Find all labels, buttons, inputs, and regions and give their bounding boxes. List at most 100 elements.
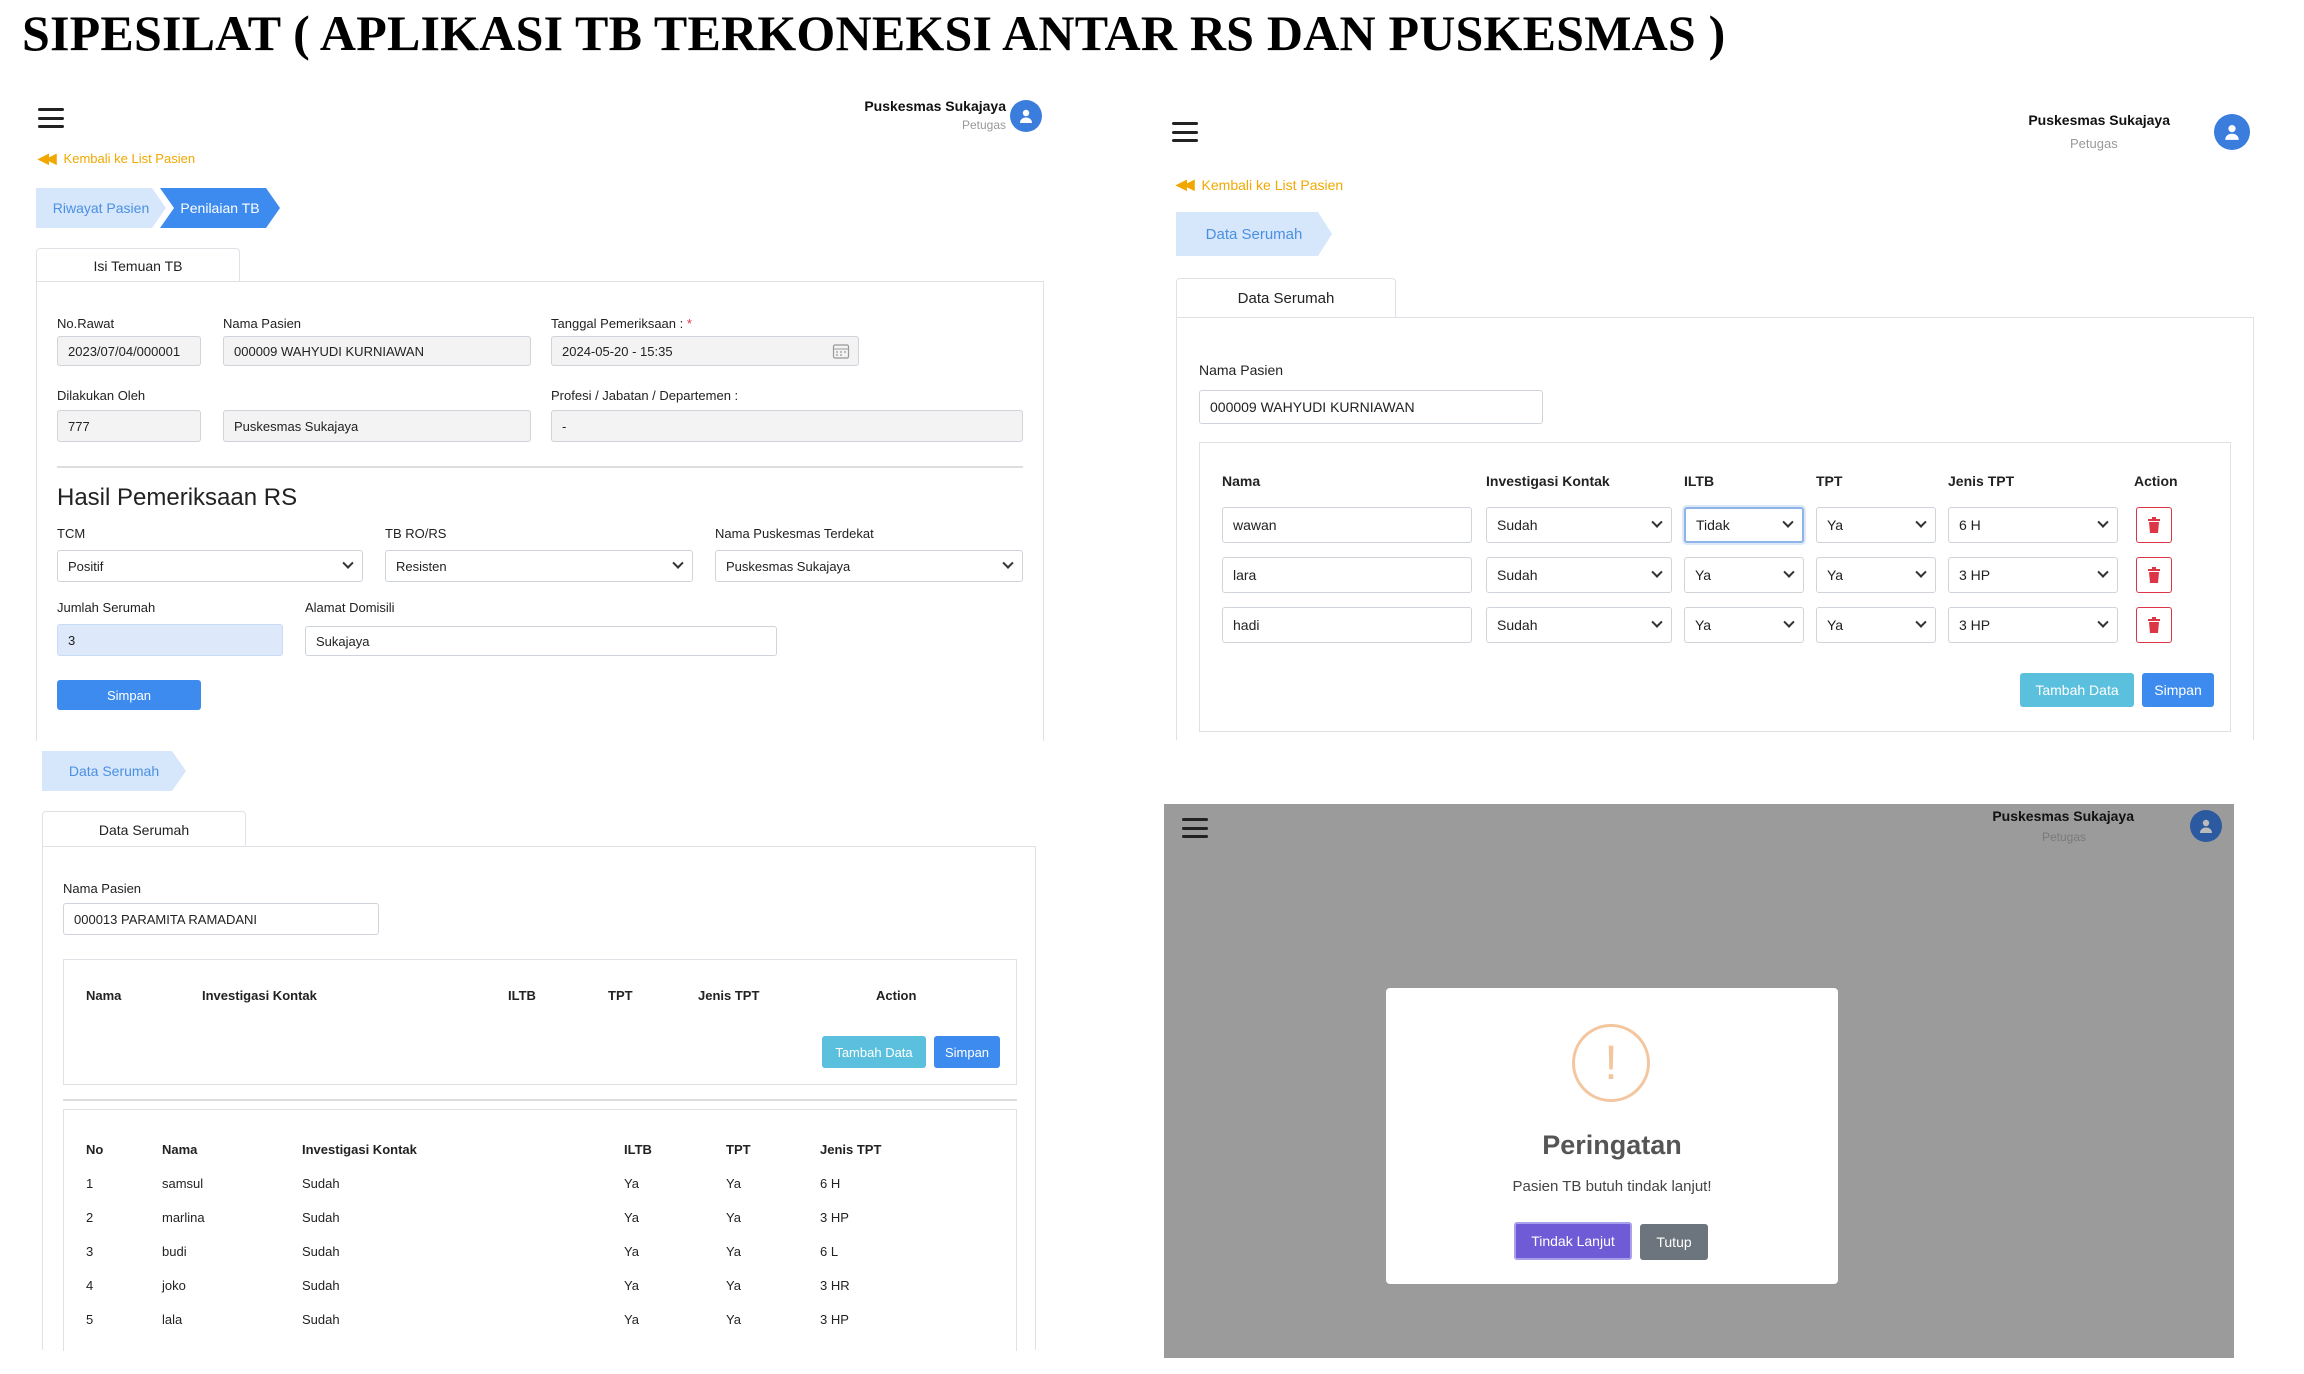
nama-pasien-label: Nama Pasien [63,881,142,896]
list-col-no: No [86,1142,104,1157]
tanggal-value: 2024-05-20 - 15:35 [562,343,673,359]
no-rawat-field[interactable]: 2023/07/04/000001 [57,336,201,366]
avatar-icon[interactable] [2214,114,2250,150]
row-tpt: Ya [726,1312,741,1327]
calendar-icon[interactable] [832,342,850,360]
row-nama: joko [162,1278,186,1293]
tbro-select[interactable]: Resisten [385,550,693,582]
table-row: lara Sudah Ya Ya 3 HP [1200,557,2230,593]
chevron-down-icon [1915,616,1927,628]
row-no: 1 [86,1176,94,1191]
menu-icon[interactable] [1172,122,1198,142]
chevron-down-icon [1002,557,1014,569]
dilakukan-nama-field[interactable]: Puskesmas Sukajaya [223,410,531,442]
row-nama: samsul [162,1176,204,1191]
input-table: Nama Investigasi Kontak ILTB TPT Jenis T… [63,959,1017,1085]
row-no: 3 [86,1244,94,1259]
dilakukan-id-field[interactable]: 777 [57,410,201,442]
jenis-tpt-select[interactable]: 3 HP [1948,557,2118,593]
save-button[interactable]: Simpan [934,1036,1000,1068]
investigasi-select[interactable]: Sudah [1486,507,1672,543]
nama-input[interactable]: lara [1222,557,1472,593]
nama-pasien-field[interactable]: 000009 WAHYUDI KURNIAWAN [223,336,531,366]
tpt-select[interactable]: Ya [1816,607,1936,643]
jenis-tpt-select[interactable]: 6 H [1948,507,2118,543]
investigasi-value: Sudah [1497,567,1538,583]
iltb-select[interactable]: Ya [1684,557,1804,593]
trash-icon [2148,517,2160,533]
iltb-value: Ya [1695,617,1712,633]
add-data-button[interactable]: Tambah Data [2020,673,2134,707]
puskesmas-select[interactable]: Puskesmas Sukajaya [715,550,1023,582]
menu-icon[interactable] [38,108,64,128]
delete-button[interactable] [2136,507,2172,543]
tab-data-serumah[interactable]: Data Serumah [1176,278,1396,318]
back-link[interactable]: ◀◀ Kembali ke List Pasien [38,150,195,167]
col-jenis-tpt: Jenis TPT [698,988,760,1003]
delete-button[interactable] [2136,557,2172,593]
iltb-select[interactable]: Ya [1684,607,1804,643]
no-rawat-label: No.Rawat [57,316,115,331]
list-col-iltb: ILTB [624,1142,652,1157]
iltb-select[interactable]: Tidak [1684,507,1804,543]
divider [57,466,1023,468]
tab-isi-temuan-tb[interactable]: Isi Temuan TB [36,248,240,282]
row-tpt: Ya [726,1278,741,1293]
user-info: Puskesmas Sukajaya [1984,808,2134,824]
step-penilaian-tb[interactable]: Penilaian TB [160,188,280,228]
list-col-investigasi: Investigasi Kontak [302,1142,417,1157]
modal-title: Peringatan [1542,1130,1682,1160]
step-data-serumah[interactable]: Data Serumah [1176,212,1332,256]
row-investigasi: Sudah [302,1278,340,1293]
user-role: Petugas [2042,830,2087,844]
warning-modal: ! Peringatan Pasien TB butuh tindak lanj… [1386,988,1838,1284]
add-data-button[interactable]: Tambah Data [822,1036,926,1068]
tpt-value: Ya [1827,617,1844,633]
tanggal-field[interactable]: 2024-05-20 - 15:35 [551,336,859,366]
investigasi-select[interactable]: Sudah [1486,607,1672,643]
col-nama: Nama [86,988,122,1003]
close-button[interactable]: Tutup [1640,1224,1708,1260]
alamat-label: Alamat Domisili [305,600,395,615]
tbro-label: TB RO/RS [385,526,447,541]
nama-pasien-label: Nama Pasien [223,316,302,331]
tab-data-serumah[interactable]: Data Serumah [42,811,246,847]
save-button[interactable]: Simpan [57,680,201,710]
row-iltb: Ya [624,1210,639,1225]
tbro-value: Resisten [396,558,447,574]
investigasi-select[interactable]: Sudah [1486,557,1672,593]
tpt-select[interactable]: Ya [1816,507,1936,543]
jumlah-field[interactable]: 3 [57,624,283,656]
tcm-select[interactable]: Positif [57,550,363,582]
investigasi-value: Sudah [1497,517,1538,533]
modal-message: Pasien TB butuh tindak lanjut! [1512,1178,1712,1195]
avatar-icon[interactable] [1010,100,1042,132]
delete-button[interactable] [2136,607,2172,643]
col-nama: Nama [1222,473,1261,489]
nama-pasien-field[interactable]: 000013 PARAMITA RAMADANI [63,903,379,935]
chevron-down-icon [672,557,684,569]
tanggal-label: Tanggal Pemeriksaan : * [551,316,692,331]
profesi-field[interactable]: - [551,410,1023,442]
row-nama: budi [162,1244,187,1259]
row-tpt: Ya [726,1176,741,1191]
back-link[interactable]: ◀◀ Kembali ke List Pasien [1176,176,1343,193]
back-link-label: Kembali ke List Pasien [63,151,196,166]
nama-pasien-field[interactable]: 000009 WAHYUDI KURNIAWAN [1199,390,1543,424]
user-role: Petugas [961,118,1006,132]
nama-input[interactable]: wawan [1222,507,1472,543]
step-data-serumah[interactable]: Data Serumah [42,751,186,791]
puskesmas-label: Nama Puskesmas Terdekat [715,526,874,541]
nama-input[interactable]: hadi [1222,607,1472,643]
tpt-select[interactable]: Ya [1816,557,1936,593]
follow-up-button[interactable]: Tindak Lanjut [1514,1222,1632,1260]
jenis-tpt-select[interactable]: 3 HP [1948,607,2118,643]
jenis-tpt-value: 3 HP [1959,567,1991,583]
input-table: Nama Investigasi Kontak ILTB TPT Jenis T… [1199,442,2231,732]
page-title: SIPESILAT ( APLIKASI TB TERKONEKSI ANTAR… [22,5,1726,61]
chevron-down-icon [2097,616,2109,628]
step-riwayat-pasien[interactable]: Riwayat Pasien [36,188,166,228]
alamat-field[interactable]: Sukajaya [305,626,777,656]
warning-icon: ! [1572,1024,1650,1102]
save-button[interactable]: Simpan [2142,673,2214,707]
